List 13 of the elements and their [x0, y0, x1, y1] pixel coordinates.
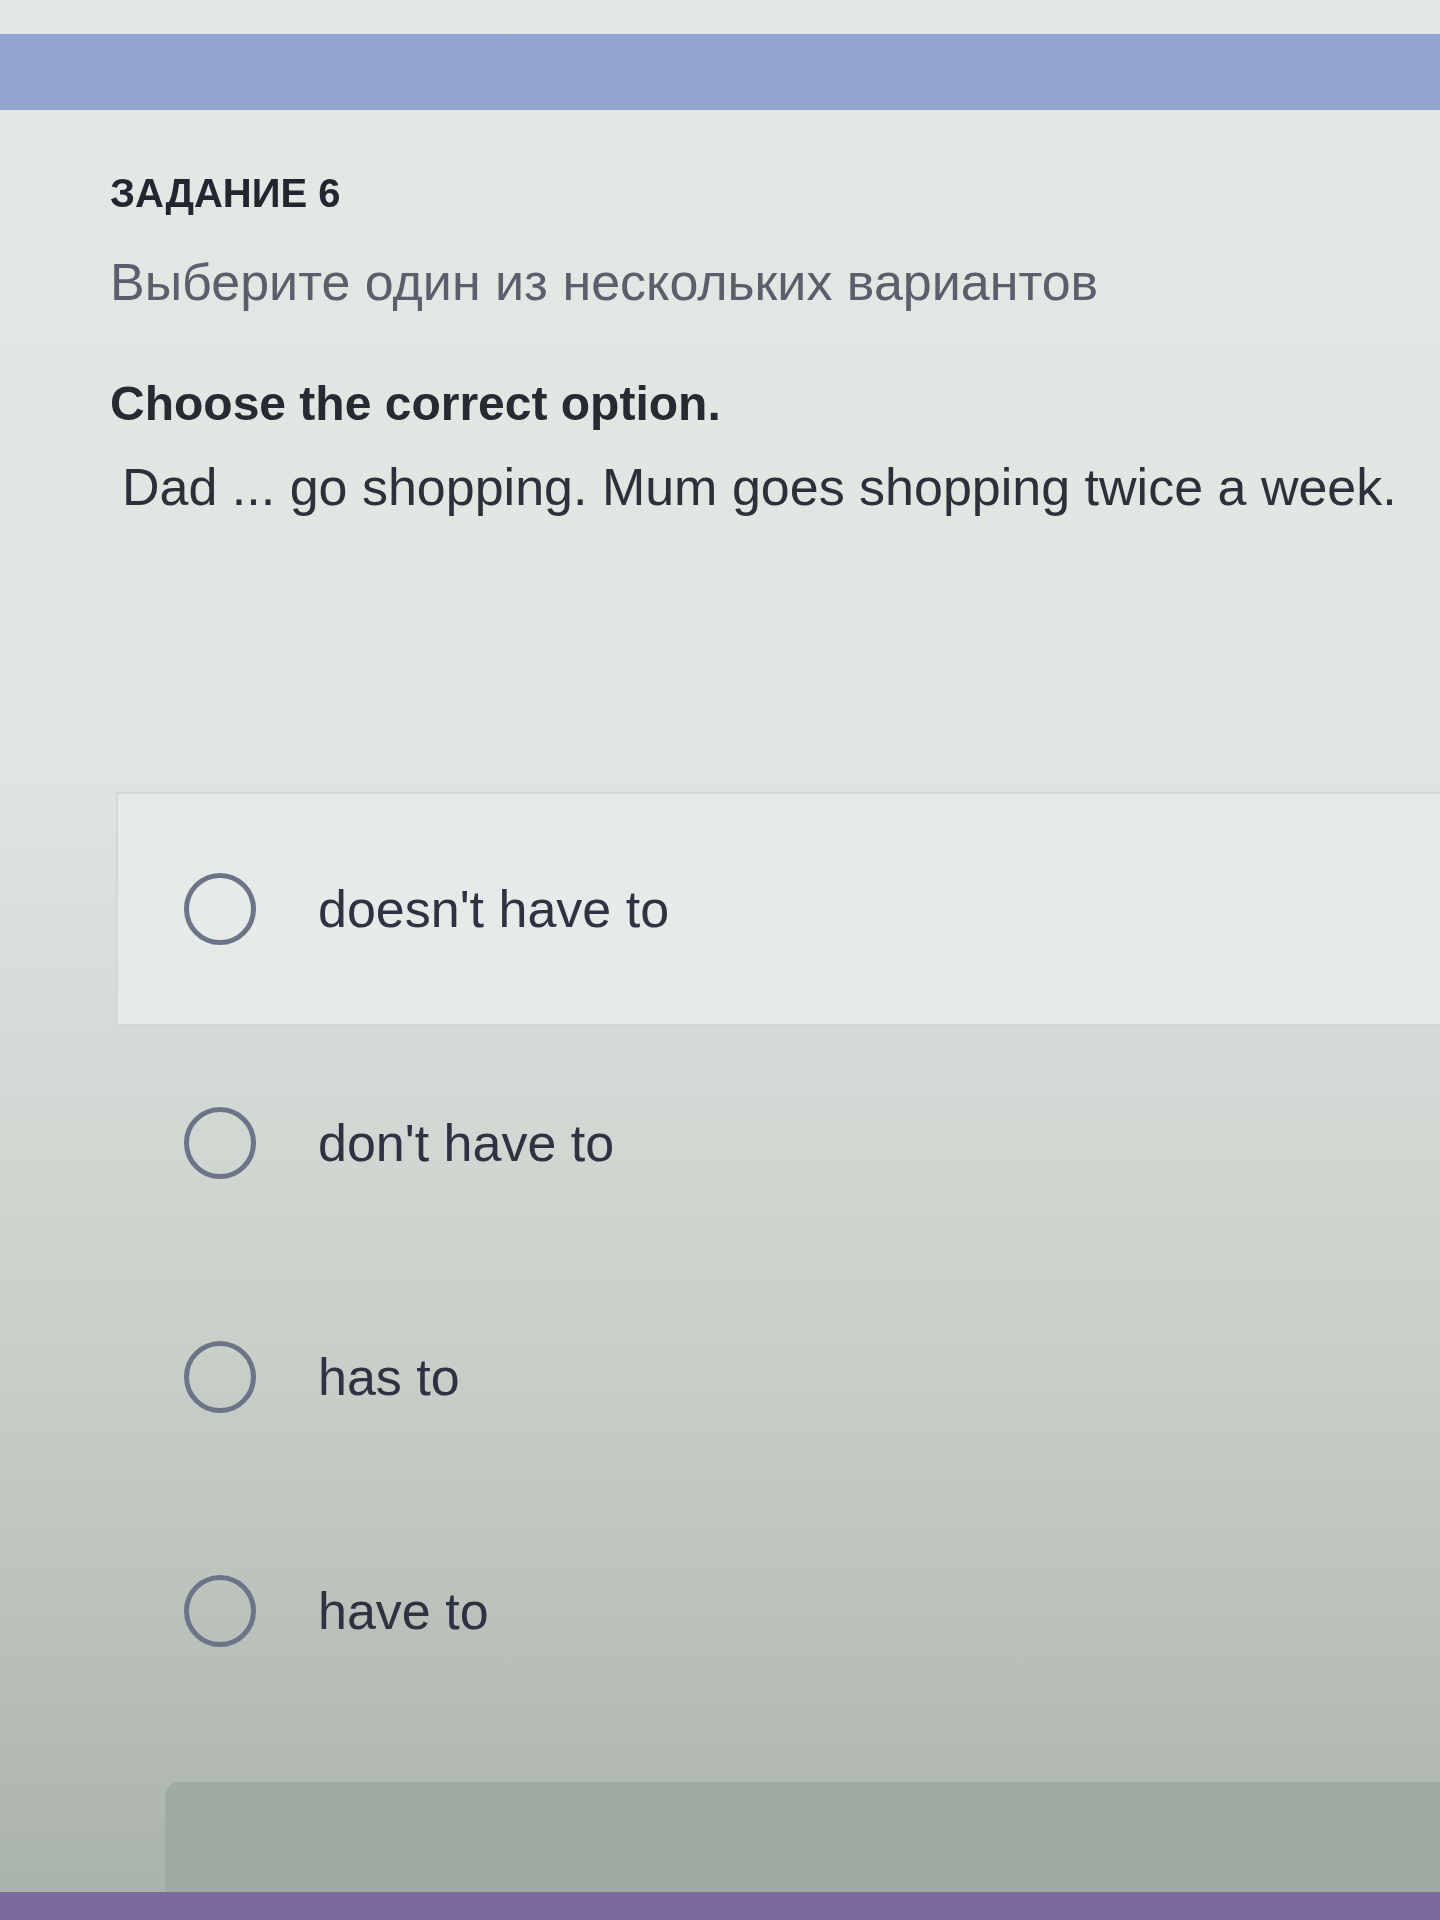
question-prompt: Choose the correct option.: [110, 376, 721, 432]
radio-button[interactable]: [184, 1107, 256, 1179]
option-label[interactable]: doesn't have to: [318, 879, 670, 939]
radio-button[interactable]: [184, 1575, 256, 1647]
instruction-text: Выберите один из нескольких вариантов: [110, 252, 1099, 312]
question-text: Dad ... go shopping. Mum goes shopping twice a week.: [122, 457, 1397, 518]
option-label[interactable]: have to: [318, 1581, 489, 1641]
option-label[interactable]: don't have to: [318, 1113, 615, 1173]
radio-button[interactable]: [184, 873, 256, 945]
option-card[interactable]: doesn't have to: [116, 792, 1440, 1026]
option-label[interactable]: has to: [318, 1347, 460, 1407]
task-title: ЗАДАНИЕ 6: [110, 170, 341, 217]
radio-button[interactable]: [184, 1341, 256, 1413]
